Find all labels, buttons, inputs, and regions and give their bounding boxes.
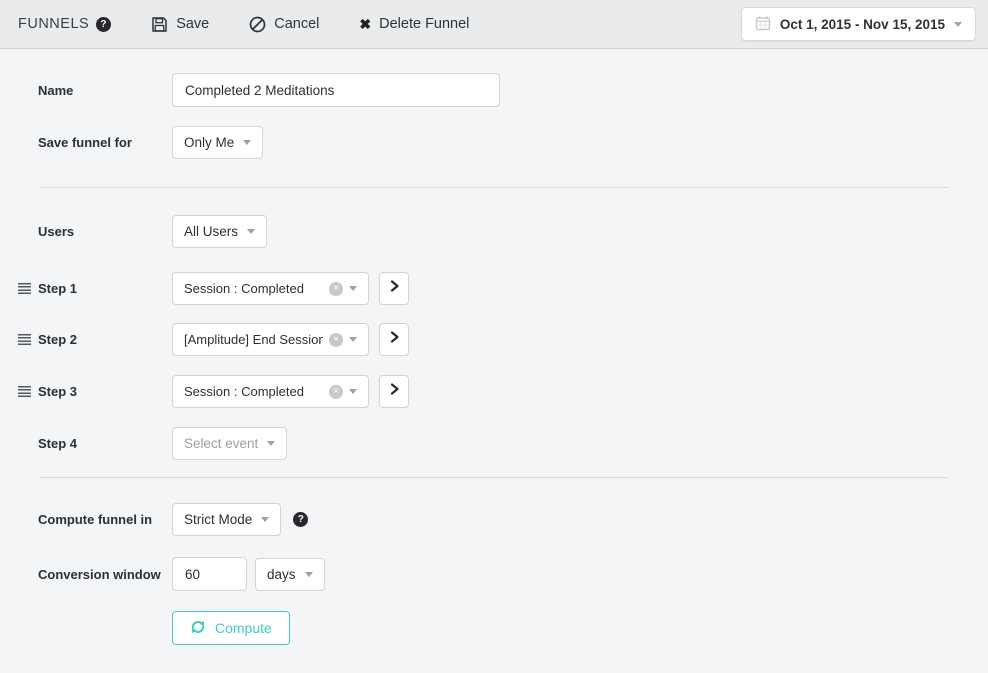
chevron-down-icon [243, 140, 251, 145]
clear-icon[interactable]: × [329, 282, 343, 296]
compute-mode-dropdown[interactable]: Strict Mode [172, 503, 281, 536]
drag-handle-icon[interactable] [18, 334, 31, 345]
step-label: Step 1 [38, 281, 172, 296]
step-row: Step 2 [Amplitude] End Session × [38, 323, 948, 356]
compute-row: Compute [38, 611, 948, 645]
save-for-label: Save funnel for [38, 135, 172, 150]
users-row: Users All Users [38, 215, 948, 248]
step-event-dropdown[interactable]: Select event [172, 427, 287, 460]
chevron-down-icon [261, 517, 269, 522]
funnel-editor-form: Name Save funnel for Only Me Users All U… [0, 49, 988, 645]
cancel-label: Cancel [274, 16, 319, 32]
date-range-picker[interactable]: Oct 1, 2015 - Nov 15, 2015 [741, 7, 976, 41]
step-expand-button[interactable] [379, 375, 409, 408]
step-event-dropdown[interactable]: [Amplitude] End Session × [172, 323, 369, 356]
save-button[interactable]: Save [151, 16, 209, 33]
step-event-value: [Amplitude] End Session [184, 332, 323, 347]
clear-icon[interactable]: × [329, 333, 343, 347]
step-expand-button[interactable] [379, 323, 409, 356]
conversion-window-input[interactable] [172, 557, 247, 591]
save-for-row: Save funnel for Only Me [38, 126, 948, 159]
help-icon[interactable]: ? [293, 512, 308, 527]
cancel-icon [249, 16, 266, 33]
step-label: Step 2 [38, 332, 172, 347]
date-range-label: Oct 1, 2015 - Nov 15, 2015 [780, 17, 945, 32]
step-row: Step 3 Session : Completed × [38, 375, 948, 408]
users-dropdown[interactable]: All Users [172, 215, 267, 248]
toolbar: FUNNELS ? Save Cancel ✖ Delete Funnel [0, 0, 988, 49]
step-event-value: Session : Completed [184, 384, 323, 399]
save-label: Save [176, 16, 209, 32]
users-label: Users [38, 224, 172, 239]
step-event-dropdown[interactable]: Session : Completed × [172, 272, 369, 305]
step-label: Step 4 [38, 436, 172, 451]
chevron-down-icon [349, 389, 357, 394]
name-label: Name [38, 83, 172, 98]
conversion-window-label: Conversion window [38, 567, 172, 582]
users-value: All Users [184, 224, 238, 239]
refresh-icon [190, 619, 206, 638]
compute-button[interactable]: Compute [172, 611, 290, 645]
drag-handle-icon[interactable] [18, 283, 31, 294]
step-row: Step 4 Select event [38, 427, 948, 460]
compute-mode-label: Compute funnel in [38, 512, 172, 527]
chevron-down-icon [349, 337, 357, 342]
help-icon[interactable]: ? [96, 17, 111, 32]
section-divider [40, 477, 948, 478]
step-expand-button[interactable] [379, 272, 409, 305]
chevron-down-icon [349, 286, 357, 291]
name-row: Name [38, 73, 948, 107]
step-event-value: Session : Completed [184, 281, 323, 296]
chevron-down-icon [267, 441, 275, 446]
chevron-down-icon [247, 229, 255, 234]
drag-handle-icon[interactable] [18, 386, 31, 397]
chevron-down-icon [305, 572, 313, 577]
step-event-placeholder: Select event [184, 436, 258, 451]
save-for-value: Only Me [184, 135, 234, 150]
clear-icon[interactable]: × [329, 385, 343, 399]
delete-funnel-button[interactable]: ✖ Delete Funnel [359, 16, 469, 32]
cancel-button[interactable]: Cancel [249, 16, 319, 33]
section-divider [40, 187, 948, 188]
conversion-window-row: Conversion window days [38, 557, 948, 591]
chevron-right-icon [387, 382, 401, 401]
conversion-unit-value: days [267, 567, 296, 582]
funnel-name-input[interactable] [172, 73, 500, 107]
chevron-right-icon [387, 330, 401, 349]
compute-button-label: Compute [215, 620, 272, 636]
save-icon [151, 16, 168, 33]
step-event-dropdown[interactable]: Session : Completed × [172, 375, 369, 408]
conversion-unit-dropdown[interactable]: days [255, 558, 325, 591]
compute-mode-value: Strict Mode [184, 512, 252, 527]
step-label: Step 3 [38, 384, 172, 399]
step-row: Step 1 Session : Completed × [38, 272, 948, 305]
chevron-right-icon [387, 279, 401, 298]
funnels-title: FUNNELS [18, 16, 89, 32]
delete-icon: ✖ [359, 17, 371, 31]
calendar-icon [755, 15, 771, 34]
chevron-down-icon [954, 22, 962, 27]
compute-mode-row: Compute funnel in Strict Mode ? [38, 503, 948, 536]
page-title: FUNNELS ? [18, 16, 111, 32]
save-for-dropdown[interactable]: Only Me [172, 126, 263, 159]
delete-label: Delete Funnel [379, 16, 469, 32]
